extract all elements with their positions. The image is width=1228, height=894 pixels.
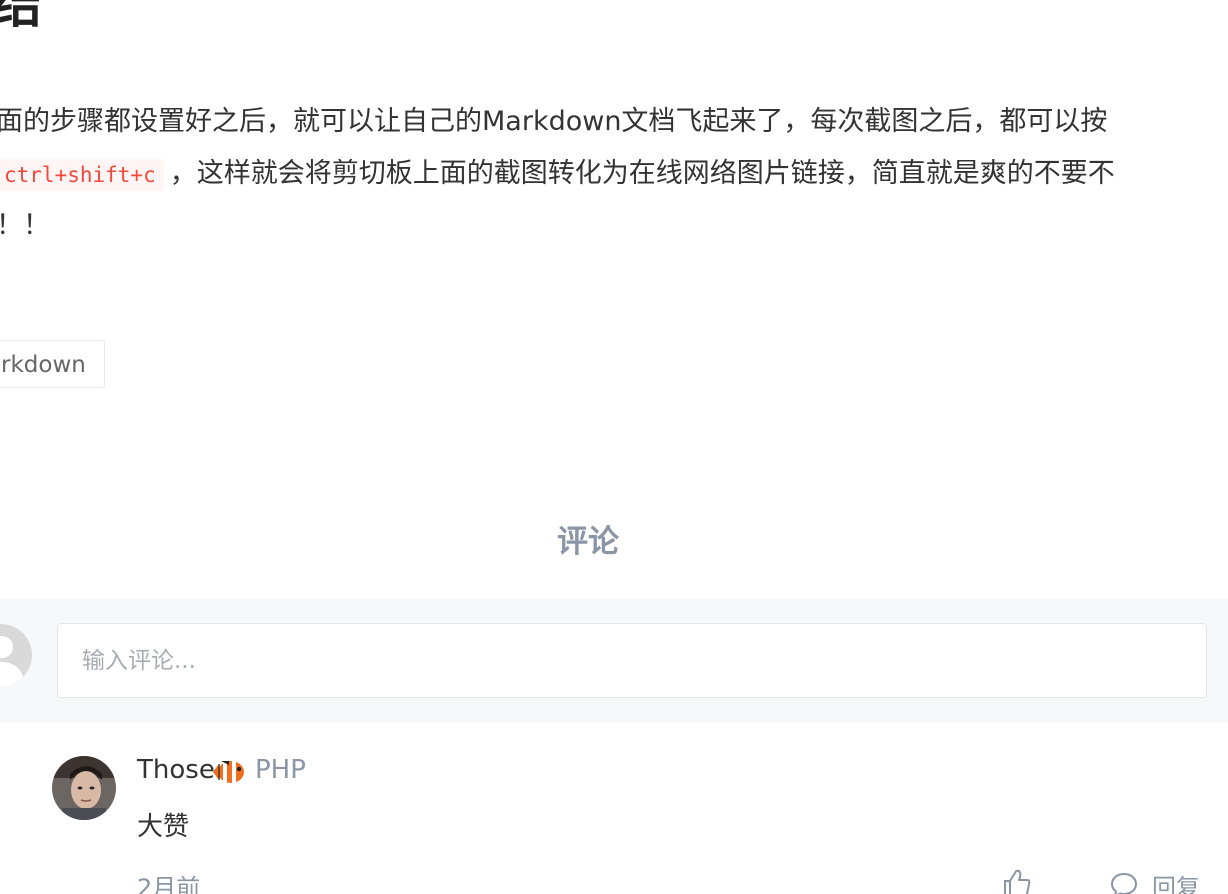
section-heading: 结 [0, 0, 43, 35]
paragraph-line-3: ！！ [0, 210, 50, 241]
reply-icon[interactable] [1110, 872, 1138, 894]
comment-text: 大赞 [137, 812, 190, 842]
comment-item: Those PHP 大赞 2月前 回复 [0, 740, 1228, 894]
paragraph-line-2: ctrl+shift+c ，这样就会将剪切板上面的截图转化为在线网络图片链接，简直… [0, 148, 1228, 200]
tag-markdown[interactable]: rkdown [0, 340, 105, 388]
thumbs-up-icon[interactable] [1002, 868, 1032, 894]
paragraph-line-2-text: ，这样就会将剪切板上面的截图转化为在线网络图片链接，简直就是爽的不要不 [169, 158, 1115, 189]
paragraph-line-1: 面的步骤都设置好之后，就可以让自己的Markdown文档飞起来了，每次截图之后，… [0, 106, 1108, 137]
commenter-name[interactable]: Those [137, 755, 215, 785]
article-paragraph: 面的步骤都设置好之后，就可以让自己的Markdown文档飞起来了，每次截图之后，… [0, 96, 1228, 252]
comments-title: 评论 [557, 524, 619, 560]
comment-form [0, 599, 1228, 723]
reply-button[interactable]: 回复 [1152, 868, 1200, 894]
comment-input[interactable] [57, 623, 1207, 698]
commenter-position: PHP [255, 755, 306, 785]
commenter-avatar[interactable] [52, 756, 116, 820]
article-page: 结 面的步骤都设置好之后，就可以让自己的Markdown文档飞起来了，每次截图之… [0, 0, 1228, 894]
inline-code: ctrl+shift+c [0, 159, 164, 191]
user-avatar-placeholder [0, 624, 32, 686]
comment-time: 2月前 [137, 874, 201, 894]
clownfish-icon [213, 761, 244, 783]
